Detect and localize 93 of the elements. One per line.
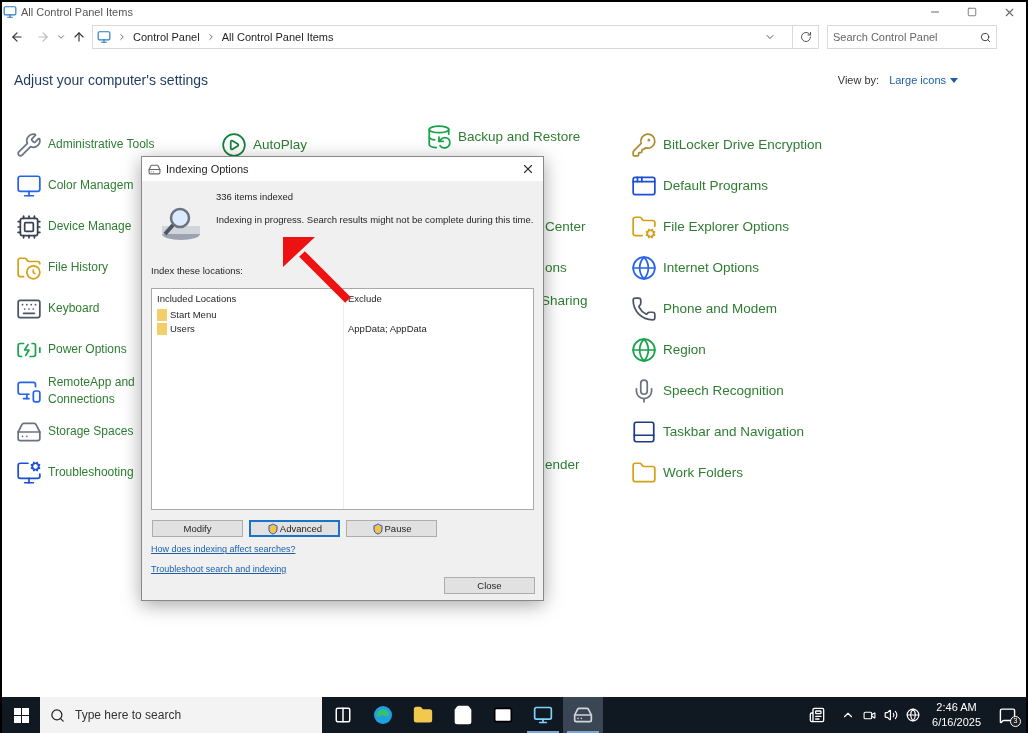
settings-link[interactable]: Default Programs [663,177,769,194]
settings-link[interactable]: Sharing [541,292,588,309]
items-count: 336 items indexed [216,190,295,204]
globe-icon [631,254,657,281]
settings-link[interactable]: Taskbar and Navigation [663,423,805,440]
settings-link[interactable]: Work Folders [663,464,744,481]
dialog-button[interactable]: Advanced [249,520,340,538]
monitor-icon [533,705,553,725]
exclude-cell: AppData; AppData [348,322,427,337]
close-icon[interactable] [521,162,535,176]
control-panel-icon [97,30,111,44]
folder-icon [157,323,167,336]
locations-label: Index these locations: [151,264,244,278]
settings-link[interactable]: Keyboard [48,300,100,317]
column-header: Exclude [348,292,383,307]
refresh-icon[interactable] [799,31,812,43]
globe-icon [631,336,657,363]
breadcrumb[interactable]: Control Panel [133,28,200,46]
location-row[interactable]: Start Menu [157,308,343,323]
search-field[interactable]: Search Control Panel [827,25,997,49]
settings-link[interactable]: ender [545,456,580,473]
news-icon[interactable] [809,707,826,723]
wrench-icon [16,131,42,158]
settings-link[interactable]: Region [663,341,706,358]
settings-link[interactable]: Administrative Tools [48,136,155,153]
location-row[interactable]: Users [157,322,343,337]
backup-icon [426,123,452,150]
dialog-button[interactable]: Modify [152,520,243,538]
help-link[interactable]: How does indexing affect searches? [151,543,296,557]
browser-icon [373,705,393,725]
clock-date[interactable]: 6/16/2025 [932,715,981,730]
magnifier-drive-icon [160,206,202,242]
taskbar-app[interactable] [563,697,603,733]
settings-link[interactable]: Power Options [48,341,127,358]
folder-icon [413,705,433,725]
address-field[interactable]: Control Panel All Control Panel Items [92,25,819,49]
drive-icon [148,162,161,176]
page-heading: Adjust your computer's settings [14,70,209,90]
folder-clock-icon [16,254,42,281]
folder-icon [631,459,657,486]
settings-link[interactable]: Center [545,218,586,235]
settings-link[interactable]: Device Manage [48,218,132,235]
settings-link[interactable]: Color Managem [48,177,134,194]
indexing-status: Indexing in progress. Search results might not be complete during this time. [216,213,534,228]
shield-icon [371,522,384,535]
chip-icon [16,213,42,240]
windows-icon [13,707,29,723]
help-link[interactable]: Troubleshoot search and indexing [151,562,287,577]
shield-icon [266,522,279,535]
settings-link[interactable]: Storage Spaces [48,423,134,440]
restore-icon[interactable] [967,7,977,17]
settings-link[interactable]: File History [48,259,108,276]
settings-link[interactable]: Phone and Modem [663,300,778,317]
settings-link[interactable]: File Explorer Options [663,218,790,235]
up-icon[interactable] [72,30,86,44]
folder-icon [157,309,167,322]
settings-link[interactable]: RemoteApp and [48,373,135,391]
chevron-icon [117,32,127,42]
settings-link[interactable]: Troubleshooting [48,464,134,481]
window-title: All Control Panel Items [21,4,133,20]
globe-icon[interactable] [906,708,921,722]
recent-icon[interactable] [56,32,66,42]
key-icon [631,131,657,158]
monitor-icon [16,459,42,486]
volume-icon[interactable] [884,708,899,722]
settings-link[interactable]: Backup and Restore [458,128,581,145]
taskbar-icon [631,418,657,445]
drive-icon [573,705,593,725]
settings-link[interactable]: Internet Options [663,259,760,276]
folder-icon [631,213,657,240]
view-dropdown[interactable]: Large icons [889,71,958,89]
search-icon [50,707,65,723]
phone-icon [631,295,657,322]
settings-link[interactable]: Connections [48,390,135,408]
clock-time[interactable]: 2:46 AM [936,700,977,715]
dialog-button[interactable]: Pause [346,520,437,538]
back-icon[interactable] [10,30,24,44]
taskbar-search[interactable]: Type here to search [40,697,322,733]
control-panel-icon [3,5,17,19]
caret-icon [950,77,958,83]
close-button[interactable]: Close [444,577,535,595]
settings-link[interactable]: AutoPlay [253,136,308,153]
search-icon [980,31,991,43]
task-view-icon [334,706,352,724]
view-label: View by: [837,72,880,88]
settings-link[interactable]: ons [545,259,567,276]
settings-link[interactable]: BitLocker Drive Encryption [663,136,823,153]
settings-link[interactable]: Speech Recognition [663,382,784,399]
column-header: Included Locations [157,292,238,307]
monitor-icon [16,172,42,199]
dialog-title: Indexing Options [166,161,249,177]
breadcrumb[interactable]: All Control Panel Items [221,28,334,46]
play-icon [221,131,247,158]
